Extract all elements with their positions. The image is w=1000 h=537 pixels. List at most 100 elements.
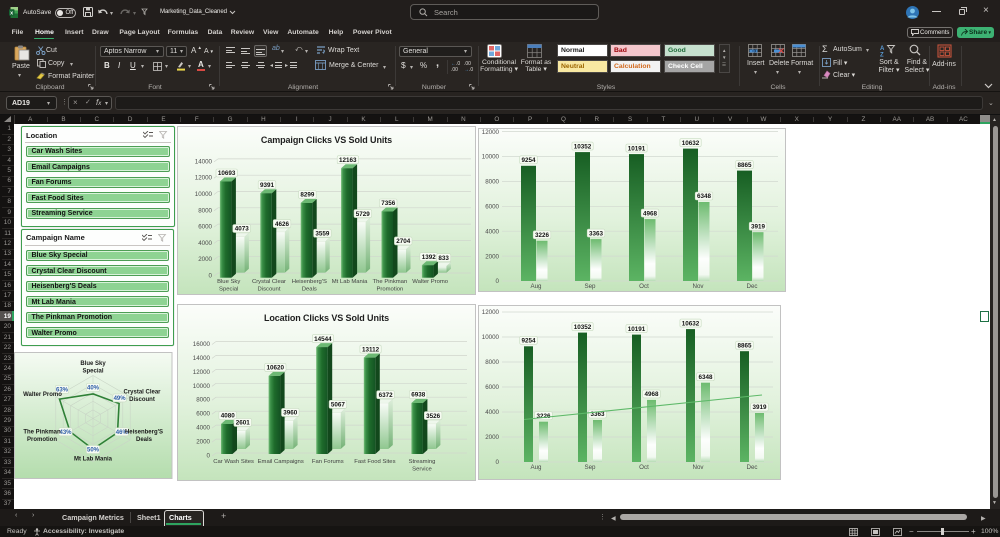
svg-text:Walter Promo: Walter Promo <box>23 392 62 398</box>
svg-text:5729: 5729 <box>356 211 371 218</box>
svg-text:Sep: Sep <box>584 283 596 290</box>
svg-text:Heisenberg'S: Heisenberg'S <box>292 279 327 285</box>
svg-text:1392: 1392 <box>422 254 437 261</box>
svg-text:12000: 12000 <box>193 369 211 376</box>
svg-text:12163: 12163 <box>339 157 357 164</box>
svg-text:Fast Food Sites: Fast Food Sites <box>354 459 395 465</box>
svg-text:Aug: Aug <box>530 283 542 290</box>
svg-text:Discount: Discount <box>129 397 155 403</box>
svg-text:14544: 14544 <box>314 336 332 343</box>
svg-text:6348: 6348 <box>698 374 713 381</box>
svg-text:Z: Z <box>880 53 884 58</box>
svg-text:Crystal Clear: Crystal Clear <box>252 279 286 285</box>
svg-text:6372: 6372 <box>379 392 394 399</box>
svg-text:8000: 8000 <box>485 359 499 366</box>
svg-text:4968: 4968 <box>643 210 658 217</box>
svg-text:3559: 3559 <box>315 230 330 237</box>
svg-text:40%: 40% <box>87 385 100 391</box>
svg-text:Discount: Discount <box>258 286 281 292</box>
svg-text:2000: 2000 <box>485 434 499 441</box>
svg-text:Dec: Dec <box>746 464 757 471</box>
svg-text:3363: 3363 <box>589 230 604 237</box>
svg-text:3226: 3226 <box>535 232 550 239</box>
svg-text:10352: 10352 <box>574 143 592 150</box>
svg-text:8000: 8000 <box>485 179 499 186</box>
svg-text:2704: 2704 <box>396 238 411 245</box>
svg-text:7356: 7356 <box>381 200 396 207</box>
svg-text:4073: 4073 <box>235 226 250 233</box>
svg-text:8000: 8000 <box>196 397 210 404</box>
svg-text:12000: 12000 <box>482 309 500 316</box>
svg-text:Blue Sky: Blue Sky <box>80 361 106 367</box>
svg-text:10000: 10000 <box>482 154 500 161</box>
svg-text:0: 0 <box>496 278 500 285</box>
svg-text:Crystal Clear: Crystal Clear <box>123 389 161 395</box>
svg-text:Deals: Deals <box>136 437 153 443</box>
svg-text:10191: 10191 <box>628 326 646 333</box>
svg-text:Sep: Sep <box>584 464 596 471</box>
svg-text:Email Campaigns: Email Campaigns <box>258 459 304 465</box>
svg-text:Nov: Nov <box>692 283 704 290</box>
svg-text:Aug: Aug <box>530 464 542 471</box>
svg-text:Deals: Deals <box>302 286 317 292</box>
svg-text:Mt Lab Mania: Mt Lab Mania <box>332 279 368 285</box>
svg-text:Promotion: Promotion <box>27 437 57 443</box>
svg-text:4000: 4000 <box>198 240 212 247</box>
svg-text:8000: 8000 <box>198 207 212 214</box>
svg-text:6938: 6938 <box>411 392 426 399</box>
svg-text:Oct: Oct <box>639 283 649 290</box>
svg-text:Blue Sky: Blue Sky <box>217 279 240 285</box>
svg-text:8299: 8299 <box>300 192 315 199</box>
svg-text:The Pinkman: The Pinkman <box>23 429 61 435</box>
svg-text:Nov: Nov <box>692 464 704 471</box>
svg-text:10000: 10000 <box>193 383 211 390</box>
svg-text:9254: 9254 <box>521 157 536 164</box>
svg-text:2000: 2000 <box>198 256 212 263</box>
svg-text:6000: 6000 <box>198 224 212 231</box>
svg-text:Fan Forums: Fan Forums <box>312 459 344 465</box>
svg-text:Special: Special <box>219 286 238 292</box>
svg-text:12000: 12000 <box>482 129 500 136</box>
svg-text:10000: 10000 <box>482 334 500 341</box>
svg-text:4000: 4000 <box>196 425 210 432</box>
svg-text:49%: 49% <box>114 396 127 402</box>
svg-text:14000: 14000 <box>193 355 211 362</box>
svg-text:0: 0 <box>496 459 500 466</box>
svg-text:10620: 10620 <box>267 365 285 372</box>
svg-text:The Pinkman: The Pinkman <box>373 279 408 285</box>
svg-text:6000: 6000 <box>485 384 499 391</box>
svg-text:Walter Promo: Walter Promo <box>412 279 449 285</box>
svg-text:3526: 3526 <box>426 413 441 420</box>
svg-text:2601: 2601 <box>236 420 251 427</box>
svg-text:43%: 43% <box>59 430 72 436</box>
svg-text:Promotion: Promotion <box>376 286 403 292</box>
svg-text:13112: 13112 <box>362 346 380 353</box>
svg-text:Mt Lab Mania: Mt Lab Mania <box>74 456 113 462</box>
svg-text:5067: 5067 <box>331 402 346 409</box>
svg-text:8865: 8865 <box>737 162 752 169</box>
svg-text:10000: 10000 <box>195 191 213 198</box>
svg-text:50%: 50% <box>87 447 100 453</box>
svg-text:Special: Special <box>82 368 103 374</box>
svg-text:4080: 4080 <box>221 413 236 420</box>
svg-text:8865: 8865 <box>737 342 752 349</box>
svg-text:3919: 3919 <box>751 223 766 230</box>
svg-text:10352: 10352 <box>574 324 592 331</box>
svg-text:0: 0 <box>207 453 211 460</box>
svg-text:6000: 6000 <box>196 411 210 418</box>
svg-text:A: A <box>880 46 885 52</box>
svg-text:12000: 12000 <box>195 175 213 182</box>
svg-text:6348: 6348 <box>697 193 712 200</box>
svg-text:10632: 10632 <box>682 140 700 147</box>
svg-text:Car Wash Sites: Car Wash Sites <box>213 459 254 465</box>
svg-text:Location Clicks VS Sold Units: Location Clicks VS Sold Units <box>264 313 389 323</box>
svg-text:3919: 3919 <box>752 404 767 411</box>
svg-text:2000: 2000 <box>196 439 210 446</box>
svg-text:10191: 10191 <box>628 145 646 152</box>
svg-text:Heisenberg'S: Heisenberg'S <box>125 429 163 435</box>
svg-text:10632: 10632 <box>682 320 700 327</box>
svg-text:Oct: Oct <box>639 464 649 471</box>
svg-text:9391: 9391 <box>260 182 275 189</box>
svg-text:4626: 4626 <box>275 221 290 228</box>
svg-text:Streaming: Streaming <box>409 459 436 465</box>
